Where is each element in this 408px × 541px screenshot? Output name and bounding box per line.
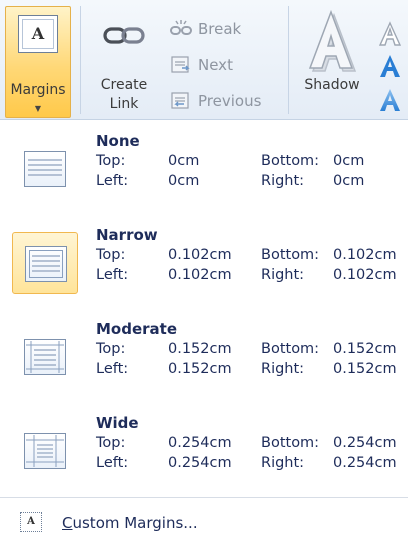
custom-margins-label: Custom Margins... bbox=[62, 514, 198, 532]
ribbon-separator bbox=[80, 6, 81, 114]
option-title: Wide bbox=[96, 414, 139, 432]
left-value: 0.102cm bbox=[168, 267, 232, 283]
margin-thumb-wrap-selected bbox=[12, 232, 78, 294]
create-link-label-line1: Create bbox=[100, 77, 148, 93]
right-value: 0.254cm bbox=[333, 455, 397, 471]
left-label: Left: bbox=[96, 455, 129, 471]
custom-margins-mnemonic: C bbox=[62, 514, 73, 532]
next-label: Next bbox=[198, 56, 233, 74]
outline-a-icon[interactable] bbox=[376, 20, 404, 48]
custom-margins-menu-item[interactable]: A Custom Margins... bbox=[0, 506, 408, 538]
gradient-a-icon[interactable] bbox=[376, 86, 404, 114]
option-title: None bbox=[96, 132, 140, 150]
right-value: 0.102cm bbox=[333, 267, 397, 283]
chain-link-icon bbox=[103, 27, 145, 44]
margin-thumb-wrap bbox=[12, 138, 78, 200]
page-narrow-icon bbox=[25, 246, 67, 282]
previous-label: Previous bbox=[198, 92, 262, 110]
left-label: Left: bbox=[96, 267, 129, 283]
left-value: 0.152cm bbox=[168, 361, 232, 377]
option-title: Moderate bbox=[96, 320, 178, 338]
bottom-value: 0.254cm bbox=[333, 435, 397, 451]
page-wide-icon bbox=[24, 433, 66, 469]
top-value: 0.152cm bbox=[168, 341, 232, 357]
top-value: 0.102cm bbox=[168, 247, 232, 263]
next-textbox-icon bbox=[171, 56, 190, 73]
option-title: Narrow bbox=[96, 226, 158, 244]
break-label: Break bbox=[198, 20, 242, 38]
page-moderate-icon bbox=[24, 339, 66, 375]
top-value: 0cm bbox=[168, 153, 200, 169]
previous-textbox-icon bbox=[171, 92, 189, 109]
margin-option-narrow[interactable]: Narrow Top: 0.102cm Bottom: 0.102cm Left… bbox=[0, 222, 408, 316]
bottom-label: Bottom: bbox=[261, 435, 320, 451]
left-value: 0cm bbox=[168, 173, 200, 189]
shadow-a-icon bbox=[308, 9, 357, 72]
shadow-label: Shadow bbox=[304, 77, 360, 93]
right-label: Right: bbox=[261, 173, 305, 189]
top-label: Top: bbox=[96, 247, 126, 263]
bottom-label: Bottom: bbox=[261, 153, 320, 169]
bottom-value: 0cm bbox=[333, 153, 365, 169]
blue-a-icon[interactable] bbox=[376, 52, 404, 80]
page-none-icon bbox=[24, 151, 66, 187]
margin-thumb-wrap bbox=[12, 420, 78, 482]
right-value: 0.152cm bbox=[333, 361, 397, 377]
top-label: Top: bbox=[96, 341, 126, 357]
right-value: 0cm bbox=[333, 173, 365, 189]
page-margins-icon: A bbox=[18, 15, 58, 53]
right-label: Right: bbox=[261, 361, 305, 377]
chevron-down-icon: ▼ bbox=[34, 104, 42, 113]
broken-chain-icon bbox=[170, 20, 192, 35]
left-value: 0.254cm bbox=[168, 455, 232, 471]
left-label: Left: bbox=[96, 361, 129, 377]
margins-label: Margins bbox=[10, 82, 66, 98]
create-link-label-line2: Link bbox=[109, 96, 139, 112]
page-setup-icon: A bbox=[20, 512, 42, 532]
top-label: Top: bbox=[96, 435, 126, 451]
margin-thumb-wrap bbox=[12, 326, 78, 388]
break-link-button[interactable]: Break bbox=[170, 16, 241, 42]
margins-button[interactable]: A Margins ▼ bbox=[5, 6, 71, 118]
margin-option-wide[interactable]: Wide Top: 0.254cm Bottom: 0.254cm Left: … bbox=[0, 410, 408, 504]
top-value: 0.254cm bbox=[168, 435, 232, 451]
right-label: Right: bbox=[261, 455, 305, 471]
custom-margins-label-rest: ustom Margins... bbox=[72, 514, 198, 532]
menu-divider bbox=[0, 497, 408, 498]
bottom-label: Bottom: bbox=[261, 247, 320, 263]
bottom-value: 0.152cm bbox=[333, 341, 397, 357]
shadow-button[interactable]: Shadow bbox=[296, 0, 368, 120]
left-label: Left: bbox=[96, 173, 129, 189]
next-link-button[interactable]: Next bbox=[170, 52, 233, 78]
top-label: Top: bbox=[96, 153, 126, 169]
create-link-button[interactable]: Create Link bbox=[92, 0, 156, 120]
ribbon: A Margins ▼ Create Link Break Next Previ… bbox=[0, 0, 408, 120]
margin-option-none[interactable]: None Top: 0cm Bottom: 0cm Left: 0cm Righ… bbox=[0, 128, 408, 222]
right-label: Right: bbox=[261, 267, 305, 283]
bottom-label: Bottom: bbox=[261, 341, 320, 357]
ribbon-separator bbox=[288, 6, 289, 114]
bottom-value: 0.102cm bbox=[333, 247, 397, 263]
margin-option-moderate[interactable]: Moderate Top: 0.152cm Bottom: 0.152cm Le… bbox=[0, 316, 408, 410]
previous-link-button[interactable]: Previous bbox=[170, 88, 261, 114]
